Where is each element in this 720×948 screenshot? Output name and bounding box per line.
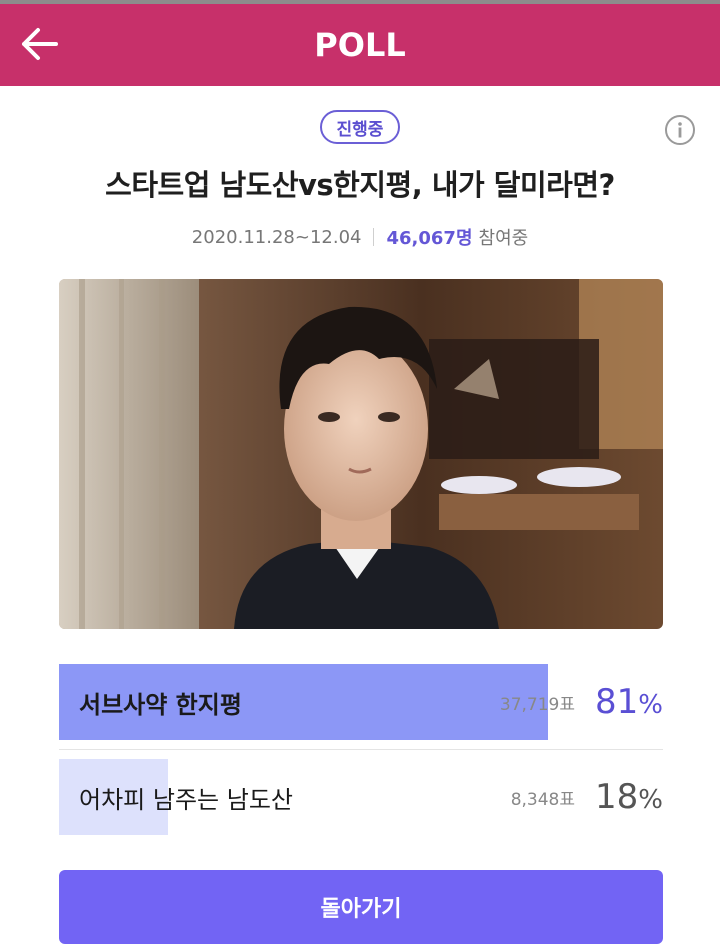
vote-percent: 81% (595, 664, 663, 740)
status-badge: 진행중 (320, 110, 400, 144)
poll-period: 2020.11.28~12.04 (191, 226, 362, 248)
vote-percent: 18% (595, 759, 663, 835)
percent-sign: % (638, 785, 663, 815)
option-label: 어차피 남주는 남도산 (79, 785, 293, 814)
percent-number: 81 (595, 682, 639, 722)
info-button[interactable] (664, 114, 696, 146)
vote-count: 8,348표 (510, 789, 575, 810)
page-title: POLL (314, 26, 406, 64)
poll-option-1[interactable]: 서브사약 한지평 37,719표 81% (59, 664, 663, 740)
info-icon (665, 115, 695, 145)
poll-image (59, 279, 663, 629)
poll-photo (59, 279, 663, 629)
back-button[interactable] (18, 24, 62, 64)
go-back-button[interactable]: 돌아가기 (59, 870, 663, 944)
option-label: 서브사약 한지평 (79, 690, 242, 719)
app-header: POLL (0, 4, 720, 86)
percent-sign: % (638, 690, 663, 720)
arrow-left-icon (22, 28, 58, 60)
poll-title: 스타트업 남도산vs한지평, 내가 달미라면? (105, 168, 615, 202)
poll-option-2[interactable]: 어차피 남주는 남도산 8,348표 18% (59, 759, 663, 835)
vote-count: 37,719표 (499, 694, 575, 715)
meta-divider (373, 228, 375, 246)
participant-count: 46,067명 (386, 228, 473, 249)
percent-number: 18 (595, 777, 639, 817)
option-divider (59, 749, 663, 750)
poll-meta: 2020.11.28~12.04 46,067명 참여중 (0, 224, 720, 250)
participant-suffix: 참여중 (478, 228, 529, 249)
